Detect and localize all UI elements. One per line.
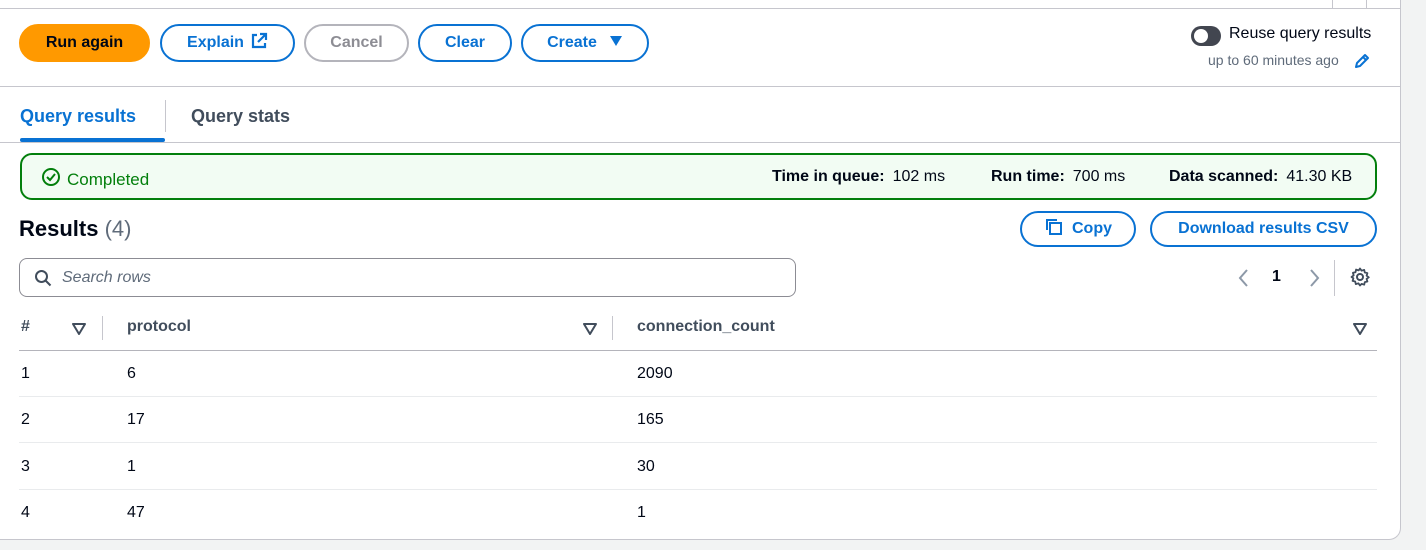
top-divider-stub xyxy=(1332,0,1333,8)
copy-button[interactable]: Copy xyxy=(1020,211,1136,247)
reuse-results-label: Reuse query results xyxy=(1229,25,1372,42)
cell-connection-count: 30 xyxy=(637,458,655,475)
run-time: Run time: 700 ms xyxy=(991,168,1125,186)
column-separator[interactable] xyxy=(102,316,103,340)
status-text: Completed xyxy=(67,169,150,189)
column-separator[interactable] xyxy=(612,316,613,340)
data-scanned: Data scanned: 41.30 KB xyxy=(1169,168,1352,186)
toolbar-divider xyxy=(0,86,1401,87)
results-title: Results xyxy=(19,216,99,241)
time-in-queue: Time in queue: 102 ms xyxy=(772,168,945,186)
cell-protocol: 6 xyxy=(127,365,136,382)
explain-label: Explain xyxy=(187,34,244,51)
results-count: (4) xyxy=(104,216,132,241)
row-divider xyxy=(19,442,1377,443)
results-heading: Results (4) xyxy=(19,216,132,242)
cell-protocol: 47 xyxy=(127,504,145,521)
column-header-connection-count[interactable]: connection_count xyxy=(637,318,775,336)
data-scanned-value: 41.30 KB xyxy=(1286,168,1353,185)
status-completed: Completed xyxy=(41,167,149,192)
top-divider-stub xyxy=(1366,0,1367,8)
cell-index: 4 xyxy=(21,504,30,521)
pager-separator xyxy=(1334,260,1335,296)
search-input[interactable] xyxy=(62,267,762,289)
cell-connection-count: 1 xyxy=(637,504,646,521)
cell-connection-count: 2090 xyxy=(637,365,673,382)
table-row: 3 1 30 xyxy=(19,444,1377,490)
external-link-icon xyxy=(250,32,268,55)
cell-index: 1 xyxy=(21,365,30,382)
query-editor-panel: Run again Explain Cancel Clear Create Re… xyxy=(0,0,1401,540)
cell-protocol: 17 xyxy=(127,411,145,428)
download-csv-label: Download results CSV xyxy=(1178,220,1349,237)
run-again-label: Run again xyxy=(45,34,124,51)
gear-icon[interactable] xyxy=(1349,266,1371,293)
next-page-icon[interactable] xyxy=(1306,268,1322,293)
cell-index: 2 xyxy=(21,411,30,428)
download-csv-button[interactable]: Download results CSV xyxy=(1150,211,1377,247)
pencil-icon[interactable] xyxy=(1353,52,1371,70)
copy-label: Copy xyxy=(1072,220,1112,237)
explain-button[interactable]: Explain xyxy=(160,24,295,62)
current-page-number[interactable]: 1 xyxy=(1272,268,1281,286)
cell-connection-count: 165 xyxy=(637,411,664,428)
cell-protocol: 1 xyxy=(127,458,136,475)
cell-index: 3 xyxy=(21,458,30,475)
column-header-protocol[interactable]: protocol xyxy=(127,318,191,336)
search-rows-field[interactable] xyxy=(19,258,796,297)
tab-query-stats[interactable]: Query stats xyxy=(191,106,290,127)
run-time-label: Run time: xyxy=(991,168,1065,185)
cancel-button[interactable]: Cancel xyxy=(304,24,409,62)
caret-down-icon xyxy=(609,34,623,52)
sort-down-icon[interactable] xyxy=(72,322,86,340)
table-row: 2 17 165 xyxy=(19,397,1377,443)
copy-icon xyxy=(1044,217,1064,242)
table-row: 4 47 1 xyxy=(19,490,1377,536)
tab-query-results[interactable]: Query results xyxy=(20,106,136,127)
tab-separator xyxy=(165,100,166,132)
table-row: 1 6 2090 xyxy=(19,351,1377,397)
cancel-label: Cancel xyxy=(330,34,383,51)
create-button[interactable]: Create xyxy=(521,24,649,62)
top-divider xyxy=(0,8,1401,9)
column-header-index: # xyxy=(21,318,30,335)
clear-label: Clear xyxy=(444,34,486,51)
time-in-queue-label: Time in queue: xyxy=(772,168,885,185)
sort-down-icon[interactable] xyxy=(583,322,597,340)
reuse-results-sublabel: up to 60 minutes ago xyxy=(1208,52,1339,68)
clear-button[interactable]: Clear xyxy=(418,24,512,62)
previous-page-icon[interactable] xyxy=(1236,268,1252,293)
time-in-queue-value: 102 ms xyxy=(892,168,946,185)
tabs-divider xyxy=(0,142,1401,143)
reuse-results-toggle[interactable] xyxy=(1191,26,1221,46)
run-again-button[interactable]: Run again xyxy=(19,24,150,62)
status-banner: Completed Time in queue: 102 ms Run time:… xyxy=(20,153,1377,200)
sort-down-icon[interactable] xyxy=(1353,322,1367,340)
run-time-value: 700 ms xyxy=(1072,168,1126,185)
create-label: Create xyxy=(547,34,597,51)
data-scanned-label: Data scanned: xyxy=(1169,168,1279,185)
check-circle-icon xyxy=(41,167,61,192)
